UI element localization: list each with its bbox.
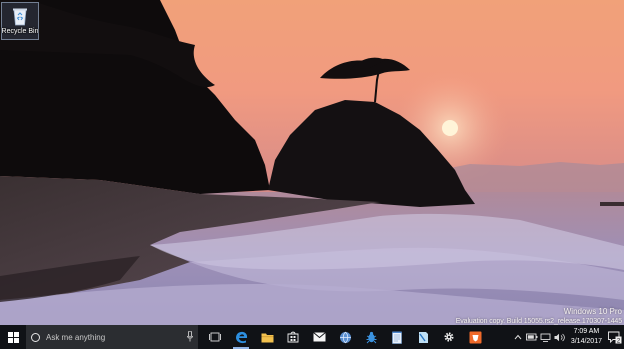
orange-app-button[interactable] <box>462 325 488 349</box>
bug-app-button[interactable] <box>358 325 384 349</box>
notification-icon: 2 <box>608 331 622 344</box>
mail-icon <box>312 332 326 342</box>
volume-icon <box>554 333 566 341</box>
volume-button[interactable] <box>554 325 566 349</box>
recycle-bin[interactable]: Recycle Bin <box>1 2 39 40</box>
clock-date: 3/14/2017 <box>570 338 602 345</box>
network-icon <box>540 333 551 342</box>
notes-icon <box>419 331 428 343</box>
start-button[interactable] <box>0 325 26 349</box>
chevron-up-icon <box>514 334 522 340</box>
network-globe-button[interactable] <box>332 325 358 349</box>
mail-button[interactable] <box>306 325 332 349</box>
windows-logo-icon <box>7 331 19 343</box>
desktop: Recycle Bin Windows 10 Pro Evaluation co… <box>0 0 624 325</box>
network-button[interactable] <box>540 325 552 349</box>
store-icon <box>287 331 299 343</box>
sun <box>442 120 458 136</box>
battery-button[interactable] <box>525 325 538 349</box>
battery-icon <box>525 333 538 341</box>
network-globe-icon <box>339 331 351 343</box>
action-center-button[interactable]: 2 <box>606 325 624 349</box>
clock[interactable]: 7:09 AM 3/14/2017 <box>571 327 602 347</box>
edge-button[interactable] <box>228 325 254 349</box>
orange-app-icon <box>469 331 481 343</box>
task-view-button[interactable] <box>202 325 228 349</box>
watermark-edition: Windows 10 Pro <box>563 307 622 316</box>
show-hidden-icons-button[interactable] <box>512 325 524 349</box>
clock-time: 7:09 AM <box>573 328 600 335</box>
microphone-icon[interactable] <box>187 331 193 342</box>
search-box[interactable]: Ask me anything <box>26 325 198 349</box>
notes-button[interactable] <box>410 325 436 349</box>
file-explorer-button[interactable] <box>254 325 280 349</box>
file-explorer-icon <box>261 333 273 342</box>
notepad-button[interactable] <box>384 325 410 349</box>
recycle-bin-label: Recycle Bin <box>1 28 39 35</box>
notepad-icon <box>392 331 402 344</box>
system-tray: 7:09 AM 3/14/2017 2 <box>511 325 624 349</box>
bug-icon <box>366 331 376 343</box>
task-view-icon <box>209 332 221 342</box>
recycle-bin-icon <box>13 8 27 26</box>
wallpaper-image <box>0 0 624 325</box>
cortana-icon <box>31 332 40 342</box>
watermark-build: Evaluation copy. Build 15055.rs2_release… <box>455 318 622 325</box>
search-placeholder: Ask me anything <box>46 332 106 342</box>
settings-button[interactable] <box>436 325 462 349</box>
taskbar: Ask me anything 7:09 AM 3/14/2017 2 <box>0 325 624 349</box>
edge-icon <box>235 331 247 343</box>
store-button[interactable] <box>280 325 306 349</box>
pinned-apps <box>202 325 488 349</box>
settings-gear-icon <box>444 332 454 342</box>
